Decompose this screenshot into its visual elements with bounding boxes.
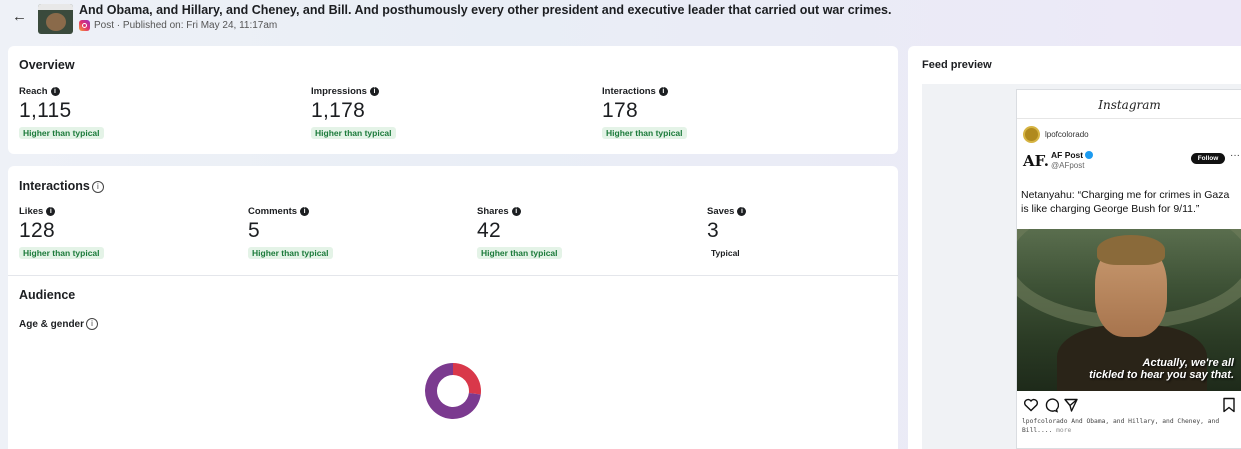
avatar[interactable] xyxy=(1023,126,1040,143)
post-meta-text: Post · Published on: Fri May 24, 11:17am xyxy=(94,20,278,31)
post-thumbnail[interactable] xyxy=(38,4,73,34)
feed-preview-title: Feed preview xyxy=(922,59,992,71)
comment-icon[interactable] xyxy=(1043,397,1059,413)
metric-label: Interactions xyxy=(602,86,656,97)
section-divider xyxy=(8,275,898,276)
account-name[interactable]: lpofcolorado xyxy=(1045,130,1089,139)
metric-label: Likes xyxy=(19,206,44,217)
meme-caption-line-2: tickled to hear you say that. xyxy=(1089,369,1234,381)
metric-label: Comments xyxy=(248,206,298,217)
meme-caption-line-1: Actually, we're all xyxy=(1142,357,1234,369)
info-icon[interactable]: i xyxy=(658,87,668,96)
info-icon[interactable]: i xyxy=(369,87,379,96)
status-badge: Higher than typical xyxy=(602,127,687,139)
feed-preview-card: Feed preview Instagram lpofcolorado AF. … xyxy=(908,46,1241,449)
heart-icon[interactable] xyxy=(1023,397,1039,413)
metric-interactions: Interactions i 178 Higher than typical xyxy=(602,86,822,146)
info-icon[interactable]: i xyxy=(737,207,747,216)
audience-title: Audience xyxy=(19,288,76,302)
metric-label: Saves xyxy=(707,206,735,217)
metric-value: 1,178 xyxy=(311,99,366,122)
metric-likes: Likes i 128 Higher than typical xyxy=(19,206,239,266)
age-gender-text: Age & gender xyxy=(19,319,85,330)
metric-impressions: Impressions i 1,178 Higher than typical xyxy=(311,86,531,146)
overview-title: Overview xyxy=(19,58,75,72)
metric-comments: Comments i 5 Higher than typical xyxy=(248,206,468,266)
tweet-author: AF Post xyxy=(1051,150,1094,160)
follow-button[interactable]: Follow xyxy=(1191,153,1225,164)
metric-label: Shares xyxy=(477,206,509,217)
instagram-wordmark: Instagram xyxy=(1098,98,1161,112)
back-button[interactable]: ← xyxy=(12,8,28,26)
metric-label: Impressions xyxy=(311,86,367,97)
info-icon[interactable]: i xyxy=(300,207,310,216)
metric-value: 5 xyxy=(248,219,260,242)
more-options-icon[interactable]: ··· xyxy=(1230,150,1240,161)
metric-label: Reach xyxy=(19,86,48,97)
bookmark-icon[interactable] xyxy=(1222,397,1236,413)
metric-value: 178 xyxy=(602,99,638,122)
interactions-title: Interactions i xyxy=(19,179,104,193)
share-icon[interactable] xyxy=(1063,397,1079,413)
verified-badge-icon xyxy=(1085,151,1094,159)
metric-shares: Shares i 42 Higher than typical xyxy=(477,206,697,266)
instagram-icon xyxy=(79,20,90,31)
status-badge: Higher than typical xyxy=(19,127,104,139)
tweet-handle: @AFpost xyxy=(1051,161,1085,170)
tweet-logo: AF. xyxy=(1023,152,1050,170)
interactions-card: Interactions i Likes i 128 Higher than typ… xyxy=(8,166,898,449)
donut-segment-0[interactable] xyxy=(453,363,482,395)
post-title: And Obama, and Hillary, and Cheney, and … xyxy=(79,3,892,17)
info-icon[interactable]: i xyxy=(91,181,104,193)
metric-value: 128 xyxy=(19,219,55,242)
tweet-text: Netanyahu: “Charging me for crimes in Ga… xyxy=(1021,189,1230,215)
info-icon[interactable]: i xyxy=(46,207,56,216)
caption-text: lpofcolorado And Obama, and Hillary, and… xyxy=(1022,418,1220,434)
info-icon[interactable]: i xyxy=(86,318,99,330)
instagram-preview: Instagram lpofcolorado AF. AF Post @AFpo… xyxy=(1016,89,1241,449)
age-gender-donut[interactable] xyxy=(424,362,482,420)
metric-value: 1,115 xyxy=(19,99,72,122)
status-badge: Higher than typical xyxy=(477,247,562,259)
caption-more-link[interactable]: more xyxy=(1056,427,1071,434)
metric-saves: Saves i 3 Typical xyxy=(707,206,927,266)
post-meta: Post · Published on: Fri May 24, 11:17am xyxy=(79,20,277,31)
overview-card: Overview Reach i 1,115 Higher than typica… xyxy=(8,46,898,154)
metric-value: 42 xyxy=(477,219,501,242)
age-gender-label: Age & gender i xyxy=(19,318,99,330)
arrow-left-icon: ← xyxy=(12,8,27,25)
info-icon[interactable]: i xyxy=(50,87,60,96)
metric-reach: Reach i 1,115 Higher than typical xyxy=(19,86,239,146)
interactions-title-text: Interactions xyxy=(19,179,90,193)
tweet-author-name: AF Post xyxy=(1051,150,1084,160)
meme-image: Actually, we're all tickled to hear you … xyxy=(1017,229,1241,391)
status-badge: Higher than typical xyxy=(248,247,333,259)
post-caption: lpofcolorado And Obama, and Hillary, and… xyxy=(1022,417,1238,435)
status-badge: Typical xyxy=(711,248,740,258)
post-header: ← And Obama, and Hillary, and Cheney, an… xyxy=(0,0,1241,42)
meme-caption: Actually, we're all tickled to hear you … xyxy=(1017,357,1241,381)
status-badge: Higher than typical xyxy=(19,247,104,259)
metric-value: 3 xyxy=(707,219,719,242)
info-icon[interactable]: i xyxy=(511,207,521,216)
status-badge: Higher than typical xyxy=(311,127,396,139)
